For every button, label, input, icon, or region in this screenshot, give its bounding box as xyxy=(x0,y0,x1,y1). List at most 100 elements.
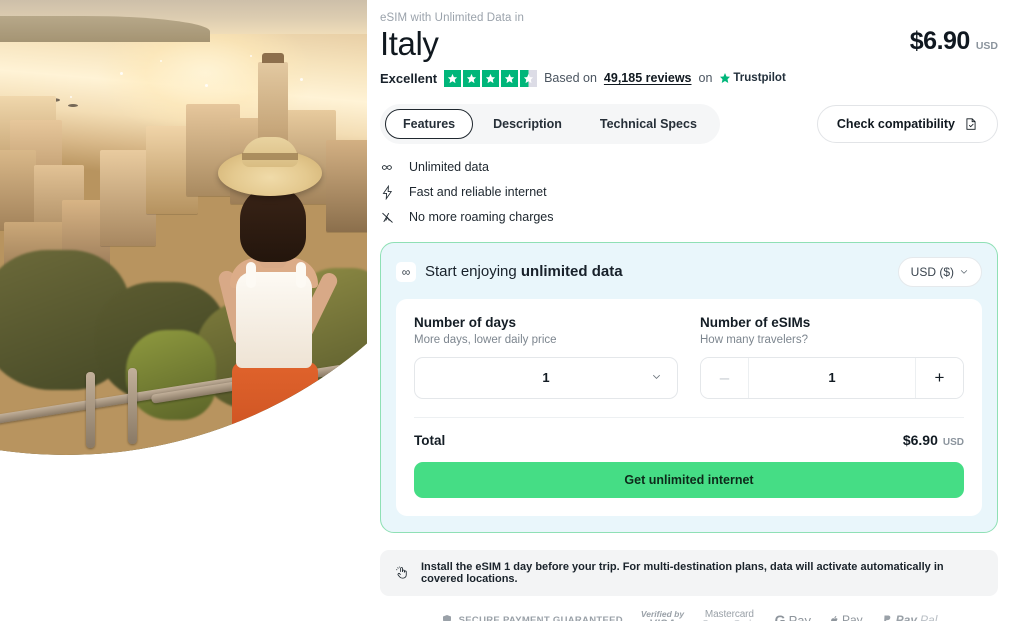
rating-based-on: Based on xyxy=(544,71,597,86)
feature-label: Fast and reliable internet xyxy=(409,185,547,200)
feature-no-roaming: No more roaming charges xyxy=(380,210,998,225)
star-icon xyxy=(444,69,462,87)
feature-label: No more roaming charges xyxy=(409,210,554,225)
water-sparkle xyxy=(120,72,123,75)
water-sparkle xyxy=(300,78,303,81)
visa-verified-badge: Verified by VISA xyxy=(641,609,684,621)
water-sparkle xyxy=(205,84,208,87)
lightning-bolt-icon xyxy=(380,184,395,200)
page-title: Italy xyxy=(380,25,439,62)
purchase-inner-card: Number of days More days, lower daily pr… xyxy=(396,298,982,516)
esims-quantity-value: 1 xyxy=(828,370,836,386)
rating-on-word: on xyxy=(698,71,713,86)
install-notice-text: Install the eSIM 1 day before your trip.… xyxy=(421,560,944,585)
secure-payment-label: SECURE PAYMENT GUARANTEED xyxy=(458,614,623,621)
total-divider xyxy=(414,416,964,418)
apple-pay-badge: Pay xyxy=(829,613,863,621)
paypal-badge: Pay Pal xyxy=(881,613,938,621)
hat-crown-shape xyxy=(242,137,298,167)
apple-pay-label: Pay xyxy=(841,613,863,621)
hat-band-shape xyxy=(242,153,298,160)
days-field-hint: More days, lower daily price xyxy=(414,333,557,346)
features-list: Unlimited data Fast and reliable interne… xyxy=(380,160,998,225)
product-details: eSIM with Unlimited Data in Italy $6.90 … xyxy=(367,0,1024,621)
esims-field-title: Number of eSIMs xyxy=(700,314,811,330)
tab-technical-specs[interactable]: Technical Specs xyxy=(582,109,715,139)
strap-right-shape xyxy=(296,262,306,288)
apple-logo-icon xyxy=(831,615,838,621)
esims-field: Number of eSIMs How many travelers? – 1 … xyxy=(700,315,964,399)
tab-description[interactable]: Description xyxy=(475,109,580,139)
shield-icon xyxy=(442,615,451,621)
increment-button[interactable]: + xyxy=(915,357,963,398)
hero-image-panel xyxy=(0,0,367,621)
title-price-row: Italy $6.90 USD xyxy=(380,26,998,62)
get-unlimited-internet-button[interactable]: Get unlimited internet xyxy=(414,461,964,498)
currency-select-value: USD ($) xyxy=(910,264,954,279)
water-sparkle xyxy=(160,60,162,62)
water-sparkle xyxy=(250,55,252,57)
days-field-title: Number of days xyxy=(414,314,517,330)
total-label: Total xyxy=(414,432,446,448)
skirt-shape xyxy=(232,362,318,455)
days-select[interactable]: 1 xyxy=(414,356,678,399)
total-amount: $6.90 xyxy=(902,431,938,448)
italy-coastal-village-photo xyxy=(0,0,367,455)
check-compatibility-button[interactable]: Check compatibility xyxy=(816,104,998,143)
total-currency: USD xyxy=(942,436,964,448)
paypal-pal: Pal xyxy=(920,613,938,621)
days-select-value: 1 xyxy=(542,370,550,386)
purchase-heading-text: Start enjoying unlimited data xyxy=(425,263,623,280)
purchase-heading: ∞ Start enjoying unlimited data xyxy=(396,261,623,282)
no-roaming-icon xyxy=(380,210,395,225)
hair-shape xyxy=(240,186,306,262)
chevron-down-icon xyxy=(960,269,968,274)
rating-stars xyxy=(444,69,538,87)
esims-quantity-stepper: – 1 + xyxy=(700,356,964,399)
boat-shape xyxy=(68,104,78,107)
secure-payment-badge: SECURE PAYMENT GUARANTEED xyxy=(441,614,623,621)
trustpilot-rating: Excellent Based on 49,185 reviews on Tru… xyxy=(380,69,998,87)
star-half-icon xyxy=(520,69,538,87)
price-amount: $6.90 xyxy=(909,26,971,55)
feature-fast-internet: Fast and reliable internet xyxy=(380,184,998,200)
check-compatibility-label: Check compatibility xyxy=(836,116,955,131)
trustpilot-badge[interactable]: Trustpilot xyxy=(719,72,786,85)
total-price: $6.90 USD xyxy=(903,432,964,448)
purchase-fields: Number of days More days, lower daily pr… xyxy=(414,315,964,399)
esims-field-hint: How many travelers? xyxy=(700,333,809,346)
header-price: $6.90 USD xyxy=(910,27,998,62)
price-currency: USD xyxy=(975,39,998,52)
install-notice: Install the eSIM 1 day before your trip.… xyxy=(380,549,998,596)
trustpilot-label: Trustpilot xyxy=(733,72,786,85)
water-sparkle xyxy=(70,96,72,98)
hand-tap-icon xyxy=(396,566,407,579)
tab-features[interactable]: Features xyxy=(385,108,474,139)
rating-reviews-link[interactable]: 49,185 reviews xyxy=(604,71,692,85)
purchase-heading-strong: unlimited data xyxy=(520,263,623,281)
days-field: Number of days More days, lower daily pr… xyxy=(414,315,678,399)
mastercard-securecode-badge: Mastercard SecureCode xyxy=(702,609,757,621)
star-icon xyxy=(463,69,481,87)
total-row: Total $6.90 USD xyxy=(414,432,964,448)
star-icon xyxy=(501,69,519,87)
payment-badges: SECURE PAYMENT GUARANTEED Verified by VI… xyxy=(380,609,998,621)
paypal-p-icon xyxy=(883,615,890,621)
decrement-button[interactable]: – xyxy=(701,357,749,398)
paypal-pay: Pay xyxy=(895,613,918,621)
woman-figure xyxy=(196,137,346,455)
photo-layers xyxy=(0,0,367,455)
rating-label: Excellent xyxy=(380,70,438,86)
star-icon xyxy=(482,69,500,87)
railing-post xyxy=(86,372,95,448)
purchase-heading-prefix: Start enjoying xyxy=(425,263,521,281)
tabs-row: Features Description Technical Specs Che… xyxy=(380,103,998,144)
purchase-card: ∞ Start enjoying unlimited data USD ($) … xyxy=(380,241,998,533)
feature-label: Unlimited data xyxy=(409,160,489,175)
product-page: eSIM with Unlimited Data in Italy $6.90 … xyxy=(0,0,1024,621)
feature-unlimited-data: Unlimited data xyxy=(380,160,998,175)
purchase-card-header: ∞ Start enjoying unlimited data USD ($) xyxy=(396,256,982,287)
tab-bar: Features Description Technical Specs xyxy=(380,103,720,144)
strap-left-shape xyxy=(246,262,256,288)
currency-select[interactable]: USD ($) xyxy=(897,256,982,287)
